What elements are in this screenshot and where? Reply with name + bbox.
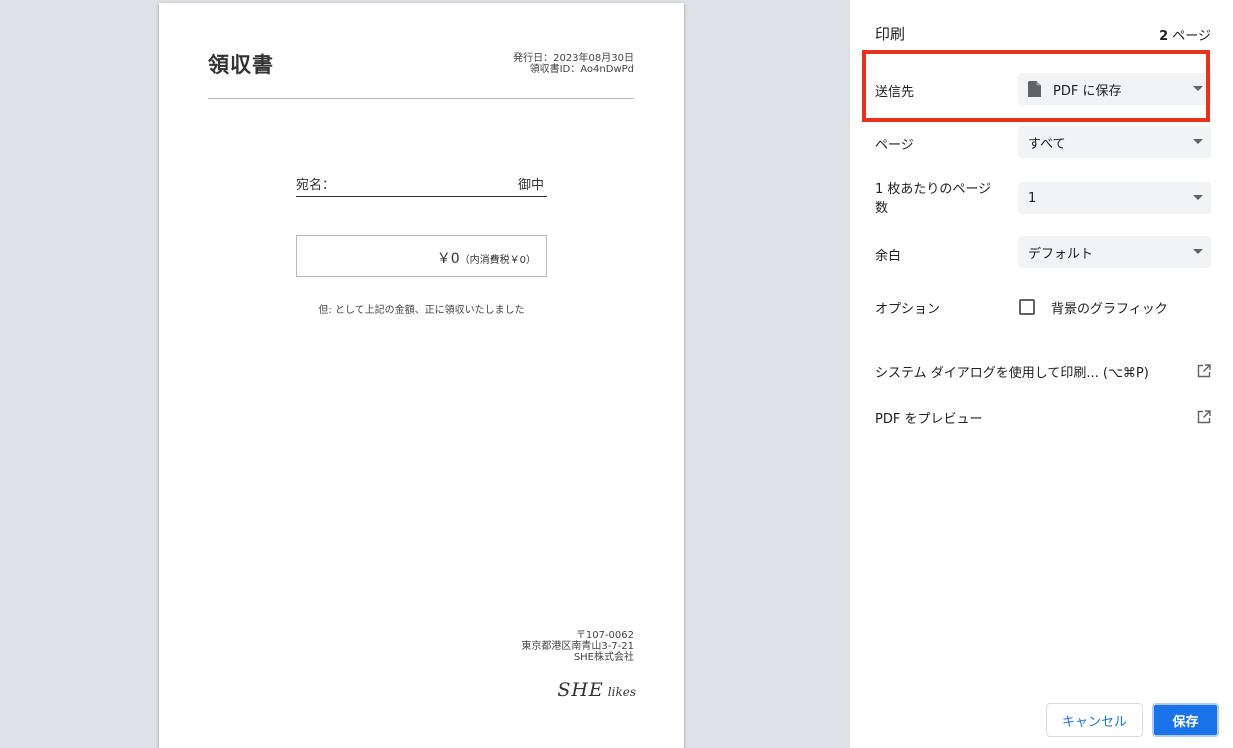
margins-select[interactable]: デフォルト <box>1018 236 1211 268</box>
save-button[interactable]: 保存 <box>1152 703 1219 737</box>
addressee-label: 宛名： <box>296 178 336 193</box>
pages-select[interactable]: すべて <box>1018 126 1211 158</box>
header-divider <box>208 98 634 99</box>
receipt-meta: 発行日：2023年08月30日 領収書ID：Ao4nDwPd <box>513 53 634 75</box>
pages-value: すべて <box>1028 136 1066 152</box>
page-count: 2 ページ <box>1159 29 1211 44</box>
she-likes-logo: SHE likes <box>557 679 636 701</box>
print-title: 印刷 <box>875 25 906 43</box>
chevron-down-icon <box>1193 195 1203 200</box>
amount-box: ￥0（内消費税￥0） <box>296 235 547 277</box>
pages-label: ページ <box>875 138 914 153</box>
destination-highlight-box <box>862 50 1210 122</box>
open-in-new-icon <box>1197 364 1211 378</box>
print-settings-panel: 印刷 2 ページ 送信先 PDF に保存 ページ すべて 1 枚あたりのページ … <box>849 0 1233 748</box>
background-graphics-checkbox[interactable] <box>1019 299 1035 315</box>
pages-per-sheet-select[interactable]: 1 <box>1018 182 1211 214</box>
company-address-block: 〒107-0062 東京都港区南青山3-7-21 SHE株式会社 <box>521 630 634 663</box>
cancel-button[interactable]: キャンセル <box>1046 703 1143 737</box>
issue-date: 発行日：2023年08月30日 <box>513 53 634 64</box>
addressee-suffix: 御中 <box>518 178 545 193</box>
margins-value: デフォルト <box>1028 246 1094 262</box>
pages-per-sheet-value: 1 <box>1028 190 1037 206</box>
pages-per-sheet-label: 1 枚あたりのページ 数 <box>875 182 992 216</box>
options-label: オプション <box>875 302 941 317</box>
company-address: 東京都港区南青山3-7-21 <box>521 641 634 652</box>
addressee-underline <box>296 196 547 197</box>
proviso-text: 但: として上記の金額、正に領収いたしました <box>318 305 525 316</box>
receipt-id: 領収書ID：Ao4nDwPd <box>529 64 634 75</box>
postal-code: 〒107-0062 <box>575 630 634 641</box>
amount-value: ￥0 <box>436 251 460 267</box>
open-in-new-icon <box>1197 410 1211 424</box>
margins-label: 余白 <box>875 249 902 264</box>
receipt-title: 領収書 <box>208 53 274 77</box>
system-dialog-link[interactable]: システム ダイアログを使用して印刷... (⌥⌘P) <box>875 362 1211 381</box>
background-graphics-label[interactable]: 背景のグラフィック <box>1051 298 1168 317</box>
pdf-preview-link[interactable]: PDF をプレビュー <box>875 408 1211 427</box>
chevron-down-icon <box>1193 249 1203 254</box>
company-name: SHE株式会社 <box>573 652 634 663</box>
receipt-page: 領収書 発行日：2023年08月30日 領収書ID：Ao4nDwPd 宛名： 御… <box>159 3 684 748</box>
chevron-down-icon <box>1193 139 1203 144</box>
print-preview-area: 領収書 発行日：2023年08月30日 領収書ID：Ao4nDwPd 宛名： 御… <box>0 0 849 748</box>
tax-note: （内消費税￥0） <box>459 255 536 266</box>
